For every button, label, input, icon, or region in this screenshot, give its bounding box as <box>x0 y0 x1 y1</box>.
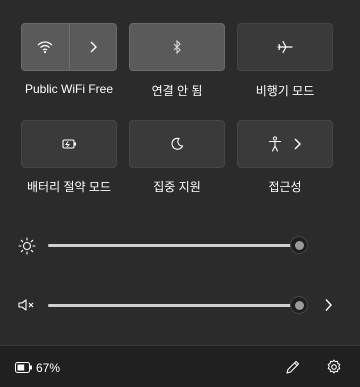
quick-settings-panel: Public WiFi Free 연결 안 됨 비행기 모드 배터리 절약 모드… <box>0 0 360 345</box>
accessibility-tile[interactable] <box>237 120 333 168</box>
accessibility-label: 접근성 <box>268 180 302 194</box>
focus-assist-tile[interactable] <box>129 120 225 168</box>
wifi-toggle-button[interactable] <box>22 24 69 70</box>
battery-percentage[interactable]: 67% <box>36 361 60 375</box>
brightness-track[interactable] <box>48 244 298 247</box>
airplane-mode-label: 비행기 모드 <box>255 84 315 98</box>
volume-thumb[interactable] <box>290 296 308 314</box>
chevron-right-icon <box>88 41 98 53</box>
bluetooth-tile[interactable] <box>129 23 225 71</box>
brightness-slider-row <box>18 233 342 257</box>
bluetooth-label: 연결 안 됨 <box>151 84 203 98</box>
focus-assist-label: 집중 지원 <box>153 180 201 194</box>
bluetooth-icon <box>172 40 182 54</box>
chevron-right-icon[interactable] <box>292 138 302 150</box>
wifi-tile[interactable] <box>21 23 117 71</box>
battery-saver-tile[interactable] <box>21 120 117 168</box>
wifi-label: Public WiFi Free <box>24 82 113 96</box>
battery-saver-label: 배터리 절약 모드 <box>27 180 111 194</box>
brightness-thumb[interactable] <box>290 236 308 254</box>
airplane-icon <box>277 40 293 54</box>
accessibility-icon <box>268 136 282 152</box>
gear-icon[interactable] <box>326 359 342 375</box>
volume-slider-row <box>18 293 342 317</box>
battery-icon[interactable] <box>15 362 33 373</box>
battery-saver-icon <box>60 138 78 150</box>
brightness-icon <box>18 237 36 255</box>
footer-bar: 67% <box>0 345 360 387</box>
volume-track[interactable] <box>48 304 298 307</box>
volume-muted-icon[interactable] <box>18 298 36 312</box>
airplane-mode-tile[interactable] <box>237 23 333 71</box>
pencil-icon[interactable] <box>285 359 301 375</box>
moon-icon <box>170 137 184 151</box>
wifi-expand-button[interactable] <box>68 24 117 70</box>
chevron-right-icon[interactable] <box>323 298 333 312</box>
wifi-icon <box>37 40 53 54</box>
